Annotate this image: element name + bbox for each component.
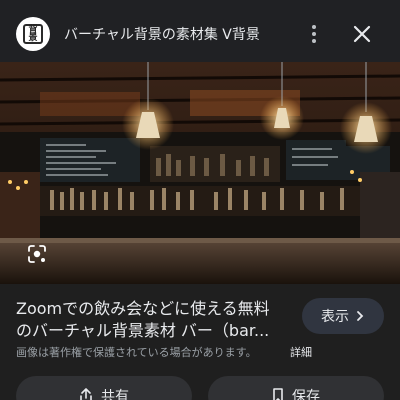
favicon-text: 背景 [28, 25, 38, 43]
close-icon[interactable] [348, 20, 376, 48]
more-dot-icon [312, 25, 316, 29]
details-link[interactable]: 詳細 [290, 344, 312, 360]
bookmark-icon [273, 388, 283, 400]
site-favicon[interactable]: 背景 [16, 17, 50, 51]
caption-line: Zoomでの飲み会などに使える無料 [16, 299, 270, 318]
result-caption-link[interactable]: Zoomでの飲み会などに使える無料 のバーチャル背景素材 バー（bar... [16, 298, 286, 342]
more-dot-icon [312, 39, 316, 43]
image-viewer-header: 背景 バーチャル背景の素材集 V背景 [0, 0, 400, 66]
copyright-notice: 画像は著作権で保護されている場合があります。 [16, 346, 257, 359]
share-button[interactable]: 共有 [16, 376, 192, 400]
more-options-button[interactable] [300, 20, 328, 48]
favicon-logo: 背景 [23, 24, 43, 44]
site-title[interactable]: バーチャル背景の素材集 V背景 [64, 24, 260, 44]
bar-interior-photo[interactable] [0, 62, 400, 284]
caption-line: のバーチャル背景素材 バー（bar... [16, 321, 270, 340]
visit-button[interactable]: 表示 [302, 298, 384, 334]
share-label: 共有 [101, 389, 129, 400]
save-label: 保存 [292, 389, 320, 400]
share-icon [80, 388, 92, 400]
more-dot-icon [312, 32, 316, 36]
chevron-right-icon [357, 311, 364, 321]
save-button[interactable]: 保存 [208, 376, 384, 400]
lens-search-icon[interactable] [26, 243, 48, 265]
visit-label: 表示 [321, 309, 349, 325]
